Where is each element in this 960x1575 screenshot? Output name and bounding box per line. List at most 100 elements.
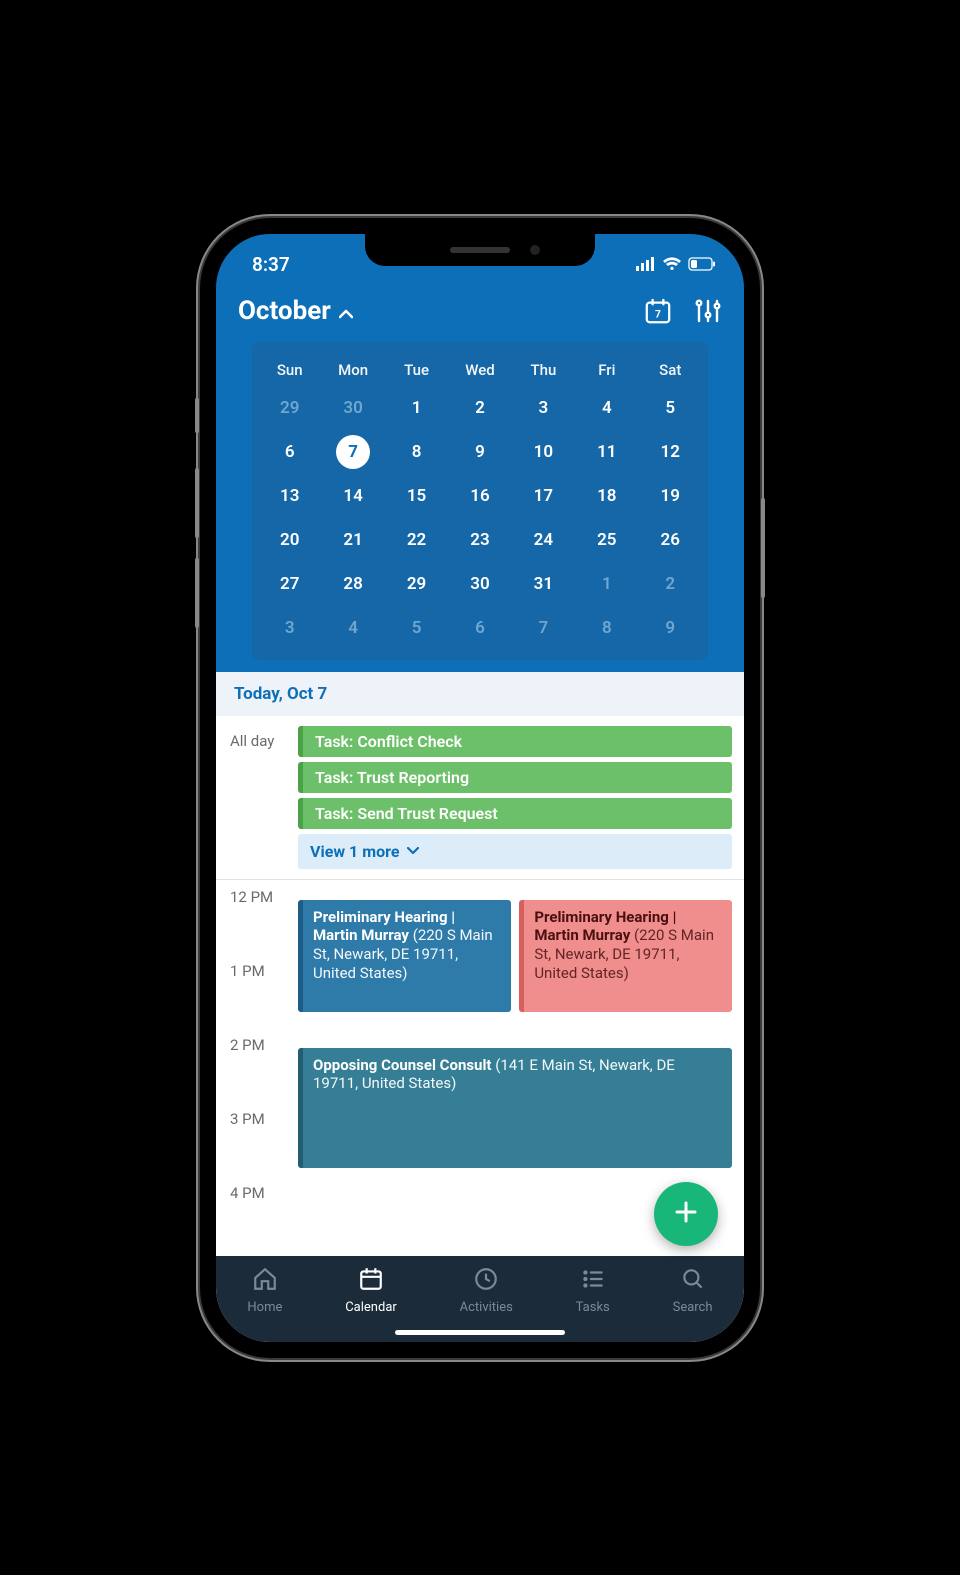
chevron-down-icon: [407, 847, 419, 855]
calendar-day[interactable]: 2: [639, 562, 702, 606]
calendar-day[interactable]: 28: [321, 562, 384, 606]
calendar-day[interactable]: 22: [385, 518, 448, 562]
calendar-day[interactable]: 1: [385, 386, 448, 430]
calendar-day[interactable]: 2: [448, 386, 511, 430]
tab-label: Search: [673, 1300, 713, 1315]
calendar-day[interactable]: 30: [321, 386, 384, 430]
tab-label: Tasks: [576, 1300, 610, 1315]
today-button[interactable]: 7: [644, 297, 672, 325]
calendar-day[interactable]: 29: [258, 386, 321, 430]
calendar-day[interactable]: 17: [512, 474, 575, 518]
view-more-button[interactable]: View 1 more: [298, 834, 732, 869]
tab-calendar[interactable]: Calendar: [345, 1266, 397, 1315]
clock-icon: [473, 1266, 499, 1296]
time-label: 2 PM: [230, 1036, 288, 1054]
calendar-day[interactable]: 16: [448, 474, 511, 518]
calendar-day[interactable]: 24: [512, 518, 575, 562]
all-day-task[interactable]: Task: Trust Reporting: [298, 762, 732, 793]
tab-label: Activities: [460, 1300, 513, 1315]
tab-tasks[interactable]: Tasks: [576, 1266, 610, 1315]
svg-text:7: 7: [655, 307, 661, 320]
calendar-day[interactable]: 11: [575, 430, 638, 474]
today-heading: Today, Oct 7: [216, 672, 744, 716]
mute-switch: [195, 398, 199, 433]
calendar-event[interactable]: Opposing Counsel Consult (141 E Main St,…: [298, 1048, 732, 1168]
time-label: 1 PM: [230, 962, 288, 980]
calendar-day[interactable]: 31: [512, 562, 575, 606]
calendar-day[interactable]: 20: [258, 518, 321, 562]
view-more-label: View 1 more: [310, 842, 399, 861]
status-time: 8:37: [238, 253, 290, 276]
tab-search[interactable]: Search: [673, 1266, 713, 1315]
home-icon: [252, 1266, 278, 1296]
list-icon: [580, 1266, 606, 1296]
calendar-day[interactable]: 7: [321, 430, 384, 474]
calendar-event[interactable]: Preliminary Hearing | Martin Murray (220…: [298, 900, 511, 1012]
calendar-day[interactable]: 14: [321, 474, 384, 518]
all-day-task[interactable]: Task: Conflict Check: [298, 726, 732, 757]
calendar-day[interactable]: 15: [385, 474, 448, 518]
filter-button[interactable]: [694, 297, 722, 325]
month-label: October: [238, 296, 331, 326]
day-header: Thu: [512, 354, 575, 386]
calendar-day[interactable]: 3: [512, 386, 575, 430]
calendar-day[interactable]: 9: [448, 430, 511, 474]
chevron-up-icon: [339, 296, 353, 326]
device-notch: [365, 234, 595, 266]
day-header: Fri: [575, 354, 638, 386]
calendar-day[interactable]: 30: [448, 562, 511, 606]
all-day-section: All day Task: Conflict Check Task: Trust …: [216, 716, 744, 880]
calendar-day[interactable]: 6: [448, 606, 511, 650]
calendar-event[interactable]: Preliminary Hearing | Martin Murray (220…: [519, 900, 732, 1012]
calendar-day[interactable]: 25: [575, 518, 638, 562]
calendar-day[interactable]: 6: [258, 430, 321, 474]
month-picker[interactable]: October: [238, 296, 353, 326]
tab-label: Home: [247, 1300, 282, 1315]
event-title: Opposing Counsel Consult: [313, 1056, 492, 1074]
calendar-day[interactable]: 13: [258, 474, 321, 518]
calendar-day[interactable]: 4: [575, 386, 638, 430]
calendar-day[interactable]: 7: [512, 606, 575, 650]
add-button[interactable]: [654, 1182, 718, 1246]
all-day-label: All day: [230, 726, 288, 869]
battery-icon: [688, 253, 716, 276]
wifi-icon: [662, 253, 682, 276]
calendar-day[interactable]: 19: [639, 474, 702, 518]
calendar-day[interactable]: 12: [639, 430, 702, 474]
time-label: 3 PM: [230, 1110, 288, 1128]
all-day-task[interactable]: Task: Send Trust Request: [298, 798, 732, 829]
day-header: Sun: [258, 354, 321, 386]
phone-frame: 8:37: [200, 218, 760, 1358]
calendar-day[interactable]: 8: [575, 606, 638, 650]
day-header: Wed: [448, 354, 511, 386]
calendar-day[interactable]: 26: [639, 518, 702, 562]
calendar-day[interactable]: 21: [321, 518, 384, 562]
calendar-day[interactable]: 18: [575, 474, 638, 518]
month-calendar[interactable]: SunMonTueWedThuFriSat 293012345678910111…: [252, 342, 708, 660]
search-icon: [680, 1266, 706, 1296]
time-label: 4 PM: [230, 1184, 288, 1202]
day-header: Tue: [385, 354, 448, 386]
day-header: Mon: [321, 354, 384, 386]
calendar-day[interactable]: 9: [639, 606, 702, 650]
tab-label: Calendar: [345, 1300, 397, 1315]
tab-activities[interactable]: Activities: [460, 1266, 513, 1315]
calendar-day[interactable]: 4: [321, 606, 384, 650]
volume-up: [195, 468, 199, 538]
calendar-day[interactable]: 10: [512, 430, 575, 474]
tab-home[interactable]: Home: [247, 1266, 282, 1315]
day-header: Sat: [639, 354, 702, 386]
calendar-day[interactable]: 8: [385, 430, 448, 474]
calendar-day[interactable]: 27: [258, 562, 321, 606]
calendar-day[interactable]: 23: [448, 518, 511, 562]
calendar-day[interactable]: 5: [639, 386, 702, 430]
power-button: [761, 498, 765, 598]
plus-icon: [671, 1197, 701, 1231]
calendar-day[interactable]: 29: [385, 562, 448, 606]
calendar-day[interactable]: 1: [575, 562, 638, 606]
volume-down: [195, 558, 199, 628]
calendar-day[interactable]: 5: [385, 606, 448, 650]
calendar-day[interactable]: 3: [258, 606, 321, 650]
calendar-icon: [358, 1266, 384, 1296]
home-indicator[interactable]: [395, 1330, 565, 1335]
